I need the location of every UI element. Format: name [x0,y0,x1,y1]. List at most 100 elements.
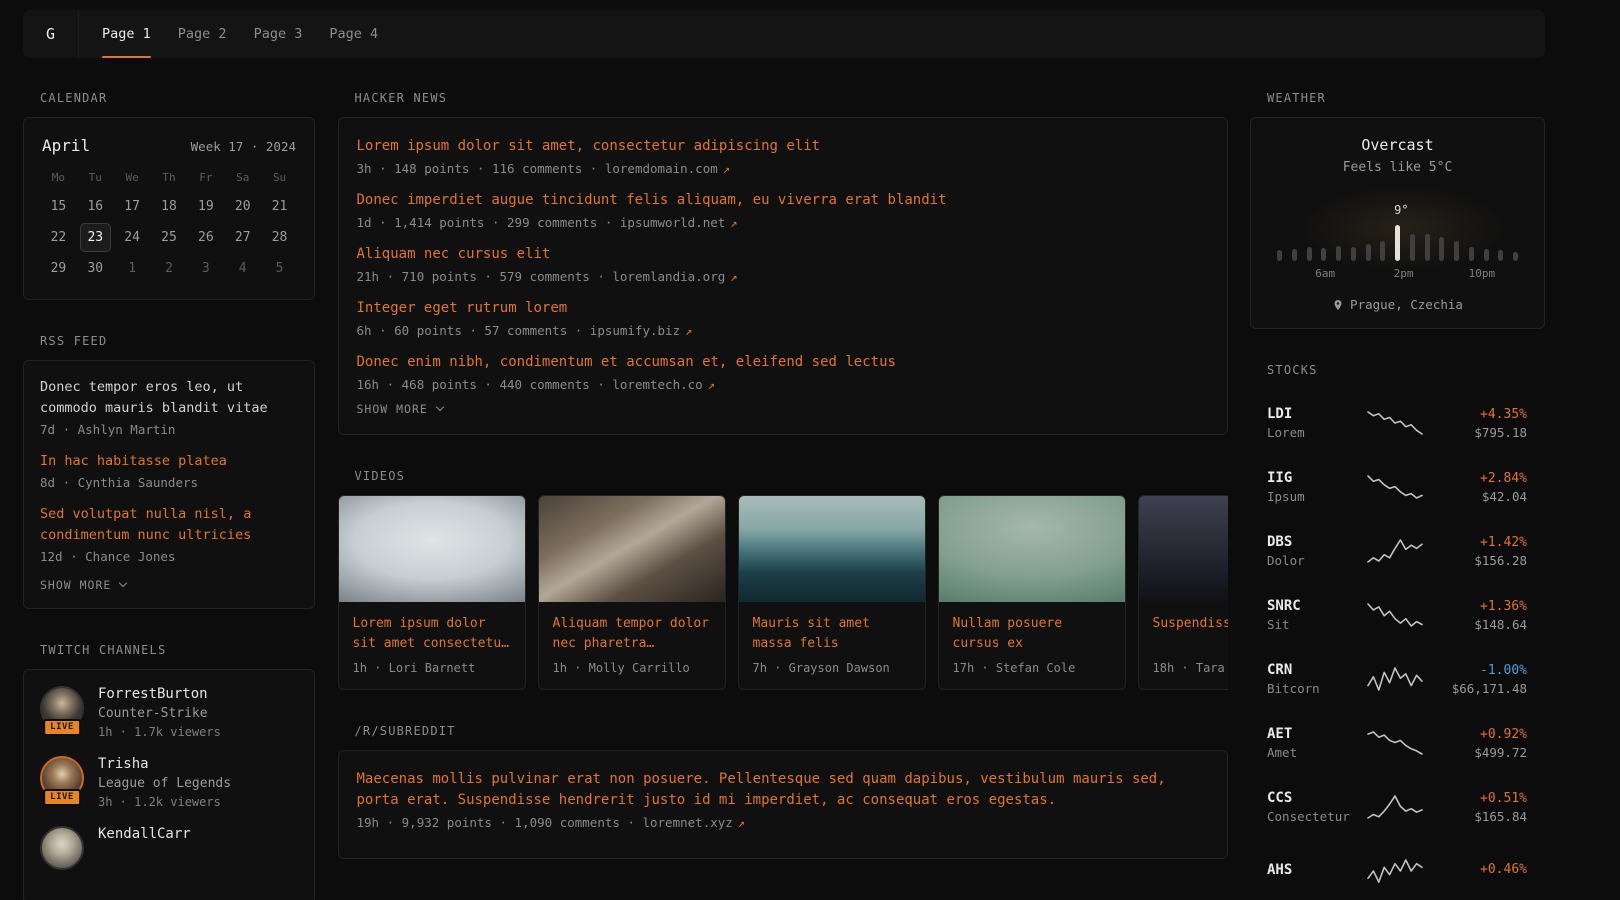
weather-bar [1351,247,1356,261]
video-card[interactable]: Nullam posuere cursus ex 17h · Stefan Co… [938,495,1126,690]
calendar-day: 26 [190,223,221,252]
stocks-widget: STOCKS LDI Lorem +4.35% $795.18 IIG Ipsu… [1250,363,1545,900]
stock-sparkline [1363,601,1427,629]
calendar-month: April [42,136,90,155]
story-domain-link[interactable]: loremtech.co↗ [612,377,715,392]
twitch-channel[interactable]: LIVE ForrestBurton Counter-Strike 1h · 1… [40,686,298,739]
story-domain-link[interactable]: ipsumify.biz↗ [590,323,693,338]
story-domain-link[interactable]: loremnet.xyz↗ [642,815,745,830]
story-domain-link[interactable]: loremdomain.com↗ [605,161,730,176]
stock-sparkline-wrap [1363,793,1427,821]
hacker-news-widget: HACKER NEWS Lorem ipsum dolor sit amet, … [338,91,1228,435]
video-card[interactable]: Lorem ipsum dolor sit amet consectetu… 1… [338,495,526,690]
stock-change: +1.42% [1427,535,1527,550]
stock-row[interactable]: CRN Bitcorn -1.00% $66,171.48 [1267,647,1527,711]
story-domain: ipsumworld.net [620,215,725,230]
video-card[interactable]: Aliquam tempor dolor nec pharetra… 1h · … [538,495,726,690]
rss-item-link[interactable]: Donec tempor eros leo, ut commodo mauris… [40,377,298,419]
stock-id: CCS Consectetur [1267,790,1363,824]
rss-widget: RSS FEED Donec tempor eros leo, ut commo… [23,334,315,609]
stock-row[interactable]: DBS Dolor +1.42% $156.28 [1267,519,1527,583]
story-domain-link[interactable]: ipsumworld.net↗ [620,215,738,230]
stock-name: Sit [1267,617,1363,632]
story-link[interactable]: Integer eget rutrum lorem [357,298,1209,319]
video-title-link[interactable]: Mauris sit amet massa felis [753,614,911,655]
page-tab[interactable]: Page 4 [329,10,378,58]
video-card[interactable]: Mauris sit amet massa felis 7h · Grayson… [738,495,926,690]
stock-values: -1.00% $66,171.48 [1427,663,1527,696]
video-title-link[interactable]: Nullam posuere cursus ex [953,614,1111,655]
twitch-channel[interactable]: KendallCarr [40,826,298,870]
story-link[interactable]: Aliquam nec cursus elit [357,244,1209,265]
calendar-day: 30 [80,254,111,283]
stock-row[interactable]: CCS Consectetur +0.51% $165.84 [1267,775,1527,839]
external-link-icon: ↗ [730,270,737,284]
calendar-week-label: Week 17 · 2024 [191,139,296,154]
video-card[interactable]: Suspendisse diam 18h · Tara [1138,495,1228,690]
show-more-button[interactable]: SHOW MORE [357,402,1209,416]
stock-row[interactable]: AHS +0.46% [1267,839,1527,900]
weather-bar [1513,252,1518,261]
stock-row[interactable]: IIG Ipsum +2.84% $42.04 [1267,455,1527,519]
calendar-header: April Week 17 · 2024 [40,134,298,155]
twitch-channel[interactable]: LIVE Trisha League of Legends 3h · 1.2k … [40,756,298,809]
calendar-day-header: Mo [52,171,65,184]
calendar-day-header: Su [273,171,286,184]
story-item: Donec enim nibh, condimentum et accumsan… [357,352,1209,392]
time-label: 2pm [1394,267,1414,280]
stock-id: AET Amet [1267,726,1363,760]
story-domain-link[interactable]: loremlandia.org↗ [612,269,737,284]
stock-symbol: CCS [1267,790,1363,806]
dashboard: G Page 1Page 2Page 3Page 4 CALENDAR Apri… [0,0,1620,900]
stock-sparkline [1363,857,1427,885]
video-title-link[interactable]: Suspendisse diam [1153,614,1228,655]
rss-item-link[interactable]: In hac habitasse platea [40,451,298,472]
video-body: Lorem ipsum dolor sit amet consectetu… 1… [339,602,525,689]
page-tab[interactable]: Page 1 [102,10,151,58]
stock-name: Dolor [1267,553,1363,568]
calendar-day: 22 [43,223,74,252]
video-thumbnail [939,496,1125,602]
stock-symbol: IIG [1267,470,1363,486]
story-link[interactable]: Lorem ipsum dolor sit amet, consectetur … [357,136,1209,157]
story-link[interactable]: Donec enim nibh, condimentum et accumsan… [357,352,1209,373]
story-link[interactable]: Maecenas mollis pulvinar erat non posuer… [357,769,1209,811]
external-link-icon: ↗ [723,162,730,176]
show-more-button[interactable]: SHOW MORE [40,578,298,592]
stock-change: +1.36% [1427,599,1527,614]
stock-sparkline-wrap [1363,665,1427,693]
app-logo[interactable]: G [23,10,79,58]
calendar-day: 28 [264,223,295,252]
stock-row[interactable]: LDI Lorem +4.35% $795.18 [1267,391,1527,455]
weather-widget: WEATHER Overcast Feels like 5°C 9° 6am 2… [1250,91,1545,329]
page-tab[interactable]: Page 2 [178,10,227,58]
stock-values: +1.36% $148.64 [1427,599,1527,632]
story-item: Maecenas mollis pulvinar erat non posuer… [357,769,1209,830]
widget-title: WEATHER [1267,91,1545,105]
stock-change: +0.46% [1427,862,1527,877]
video-carousel: Lorem ipsum dolor sit amet consectetu… 1… [338,495,1228,690]
stock-row[interactable]: SNRC Sit +1.36% $148.64 [1267,583,1527,647]
weather-bar [1484,249,1489,261]
chevron-down-icon [119,578,127,586]
video-meta: 1h · Lori Barnett [353,661,511,675]
weather-bar [1366,244,1371,261]
rss-item-meta: 8d · Cynthia Saunders [40,475,298,490]
stock-row[interactable]: AET Amet +0.92% $499.72 [1267,711,1527,775]
page-tab[interactable]: Page 3 [254,10,303,58]
external-link-icon: ↗ [708,378,715,392]
story-item: Integer eget rutrum lorem 6h · 60 points… [357,298,1209,338]
calendar-day: 20 [227,192,258,221]
weather-bar [1395,225,1400,261]
story-stats: 3h · 148 points · 116 comments · [357,161,605,176]
video-title-link[interactable]: Aliquam tempor dolor nec pharetra… [553,614,711,655]
stock-id: AHS [1267,862,1363,881]
stock-sparkline [1363,793,1427,821]
time-label: 6am [1315,267,1335,280]
video-title-link[interactable]: Lorem ipsum dolor sit amet consectetu… [353,614,511,655]
rss-item-link[interactable]: Sed volutpat nulla nisl, a condimentum n… [40,504,298,546]
stock-id: SNRC Sit [1267,598,1363,632]
story-link[interactable]: Donec imperdiet augue tincidunt felis al… [357,190,1209,211]
stock-sparkline [1363,409,1427,437]
weather-bar [1498,250,1503,261]
